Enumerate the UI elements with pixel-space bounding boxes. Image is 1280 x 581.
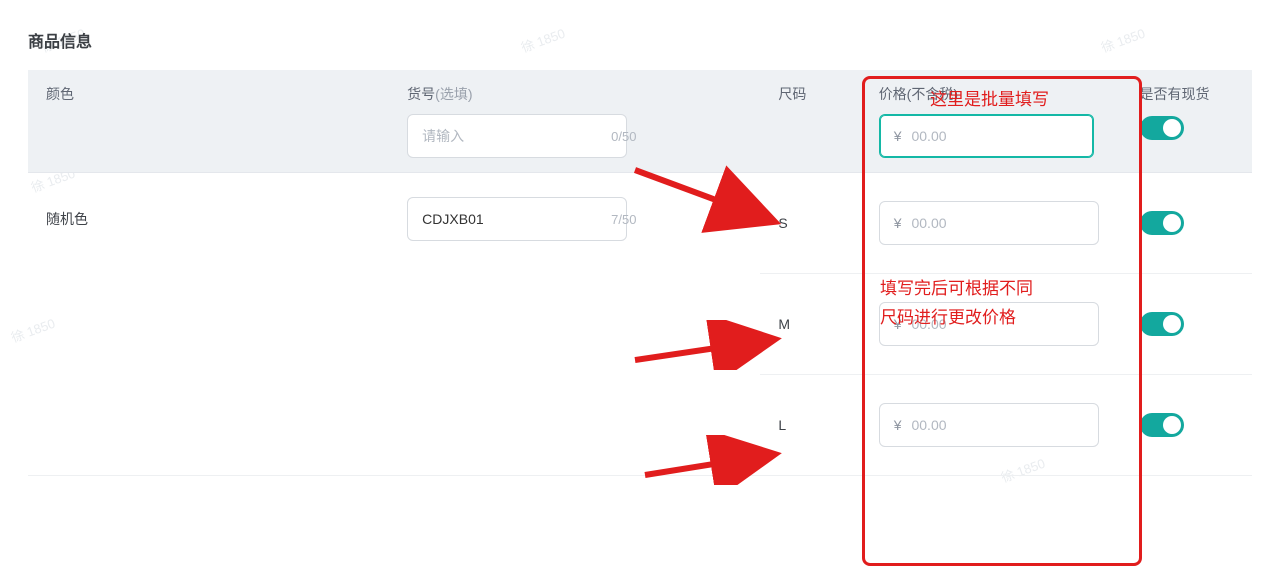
header-sku-input-wrap[interactable]: 0/50 — [407, 114, 627, 158]
table-header-row: 颜色 货号(选填) 0/50 尺码 价格(不含税) — [28, 70, 1252, 173]
row-sku-counter: 7/50 — [611, 212, 636, 227]
header-color-label: 颜色 — [46, 86, 74, 102]
row-size: S — [778, 215, 787, 231]
annotation-per-size-edit: 填写完后可根据不同 尺码进行更改价格 — [880, 275, 1033, 333]
row-size: M — [778, 316, 790, 332]
header-sku-label: 货号 — [407, 86, 435, 102]
header-size-label: 尺码 — [778, 86, 806, 102]
row-price-input[interactable] — [911, 417, 1092, 433]
annotation-line1: 填写完后可根据不同 — [880, 275, 1033, 304]
header-sku-input[interactable] — [422, 128, 603, 144]
product-table: 颜色 货号(选填) 0/50 尺码 价格(不含税) — [28, 70, 1252, 476]
header-sku-optional: (选填) — [435, 86, 472, 102]
annotation-batch-fill: 这里是批量填写 — [930, 85, 1049, 110]
row-size: L — [778, 417, 786, 433]
header-size: 尺码 — [760, 70, 860, 173]
currency-icon: ¥ — [894, 215, 902, 231]
currency-icon: ¥ — [894, 128, 902, 144]
header-stock: 是否有现货 — [1122, 70, 1252, 173]
header-price-input[interactable] — [911, 128, 1092, 144]
row-price-input-wrap[interactable]: ¥ — [879, 201, 1099, 245]
annotation-line2: 尺码进行更改价格 — [880, 304, 1033, 333]
row-stock-toggle[interactable] — [1140, 211, 1184, 235]
row-price-input[interactable] — [911, 215, 1092, 231]
row-price-input-wrap[interactable]: ¥ — [879, 403, 1099, 447]
header-sku-counter: 0/50 — [611, 129, 636, 144]
currency-icon: ¥ — [894, 417, 902, 433]
row-stock-toggle[interactable] — [1140, 312, 1184, 336]
header-stock-toggle[interactable] — [1140, 116, 1184, 140]
row-stock-toggle[interactable] — [1140, 413, 1184, 437]
header-stock-label: 是否有现货 — [1140, 86, 1210, 102]
header-price-input-wrap[interactable]: ¥ — [879, 114, 1094, 158]
header-sku: 货号(选填) 0/50 — [389, 70, 760, 173]
row-sku-input-wrap[interactable]: 7/50 — [407, 197, 627, 241]
row-color: 随机色 — [46, 211, 88, 227]
table-row: 随机色 7/50 S ¥ — [28, 173, 1252, 274]
header-color: 颜色 — [28, 70, 389, 173]
section-title: 商品信息 — [28, 28, 1252, 52]
row-sku-input[interactable] — [422, 211, 603, 227]
